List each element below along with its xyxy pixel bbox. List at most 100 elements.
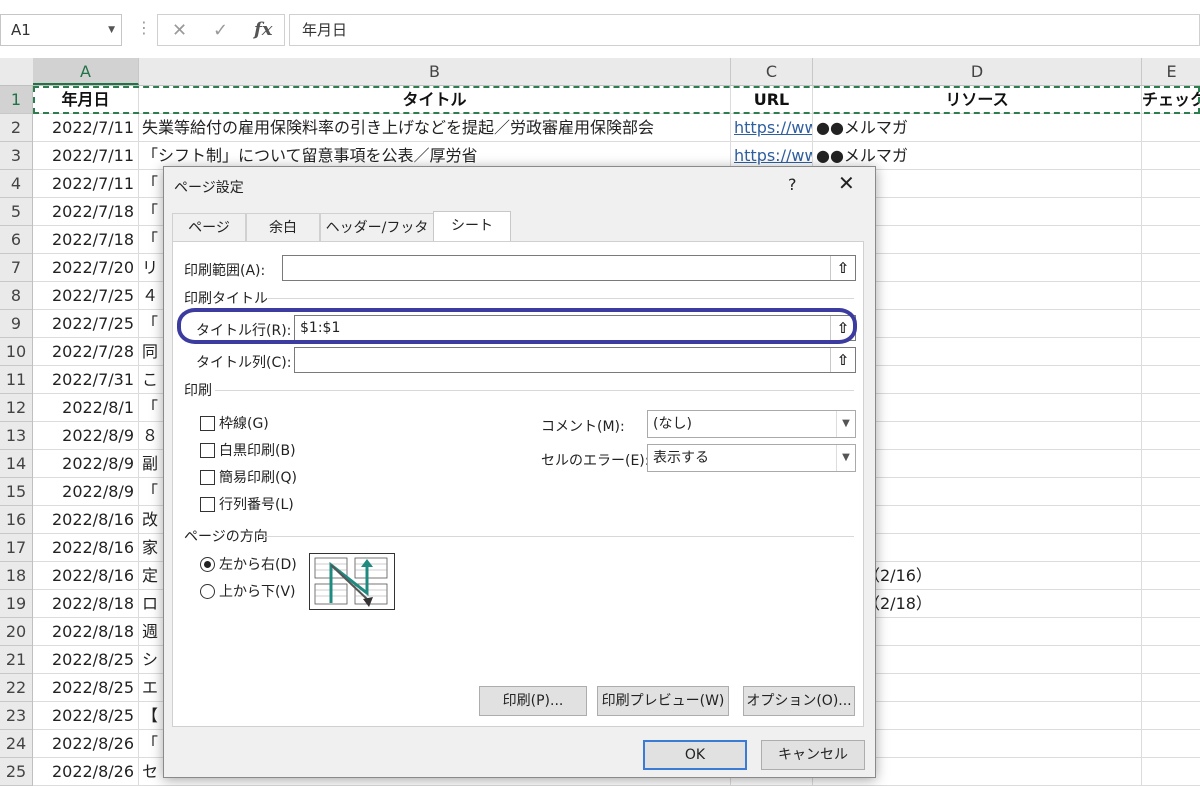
row-header[interactable]: 10 (0, 338, 32, 366)
cell-e[interactable] (1142, 562, 1200, 589)
cell-c[interactable]: https://www (731, 114, 813, 141)
column-header-c[interactable]: C (731, 58, 813, 85)
drag-handle-icon[interactable]: ⋮ (136, 18, 152, 38)
cell-e[interactable] (1142, 646, 1200, 673)
cell-e[interactable] (1142, 366, 1200, 393)
tab-margins[interactable]: 余白 (246, 213, 320, 241)
top-to-bottom-radio[interactable] (200, 584, 215, 599)
cell-a[interactable]: 2022/8/25 (33, 646, 139, 673)
row-header[interactable]: 9 (0, 310, 32, 338)
gridlines-checkbox[interactable] (200, 416, 215, 431)
cancel-button[interactable]: キャンセル (761, 740, 865, 770)
collapse-dialog-icon[interactable]: ⇧ (830, 316, 855, 340)
row-header[interactable]: 8 (0, 282, 32, 310)
cell-a[interactable]: 2022/8/18 (33, 590, 139, 617)
title-cols-input[interactable]: ⇧ (294, 347, 856, 373)
row-header[interactable]: 1 (0, 86, 32, 114)
tab-page[interactable]: ページ (172, 213, 246, 241)
cell-a[interactable]: 2022/8/18 (33, 618, 139, 645)
cell-e[interactable] (1142, 534, 1200, 561)
cell-e[interactable] (1142, 758, 1200, 785)
cell-e[interactable] (1142, 170, 1200, 197)
cell-e[interactable] (1142, 282, 1200, 309)
row-header[interactable]: 12 (0, 394, 32, 422)
ok-button[interactable]: OK (643, 740, 747, 770)
enter-icon[interactable]: ✓ (213, 20, 228, 41)
cell-c[interactable]: URL (731, 86, 813, 113)
column-header-d[interactable]: D (813, 58, 1142, 85)
cell-a[interactable]: 2022/8/9 (33, 422, 139, 449)
title-rows-input[interactable]: $1:$1 ⇧ (294, 315, 856, 341)
name-box[interactable]: A1 ▼ (0, 14, 122, 46)
row-header[interactable]: 5 (0, 198, 32, 226)
cell-a[interactable]: 2022/8/16 (33, 562, 139, 589)
cell-e[interactable] (1142, 674, 1200, 701)
row-header[interactable]: 3 (0, 142, 32, 170)
cell-a[interactable]: 2022/8/25 (33, 702, 139, 729)
comments-select[interactable]: (なし) ▼ (647, 410, 856, 438)
row-header[interactable]: 21 (0, 646, 32, 674)
row-header[interactable]: 20 (0, 618, 32, 646)
options-button[interactable]: オプション(O)... (743, 686, 855, 716)
cell-a[interactable]: 2022/8/26 (33, 730, 139, 757)
cell-e[interactable] (1142, 226, 1200, 253)
row-header[interactable]: 7 (0, 254, 32, 282)
formula-input[interactable]: 年月日 (289, 14, 1200, 46)
tab-sheet[interactable]: シート (433, 211, 511, 242)
row-header[interactable]: 17 (0, 534, 32, 562)
cell-e[interactable] (1142, 310, 1200, 337)
row-header[interactable]: 13 (0, 422, 32, 450)
cancel-icon[interactable]: ✕ (172, 20, 187, 41)
cell-d[interactable]: ●●メルマガ (813, 114, 1142, 141)
close-icon[interactable]: ✕ (838, 171, 855, 195)
cell-e[interactable] (1142, 618, 1200, 645)
cell-b[interactable]: 失業等給付の雇用保険料率の引き上げなどを提起／労政審雇用保険部会 (139, 114, 731, 141)
cell-b[interactable]: 「シフト制」について留意事項を公表／厚労省 (139, 142, 731, 169)
cell-a[interactable]: 2022/7/11 (33, 170, 139, 197)
row-header[interactable]: 24 (0, 730, 32, 758)
collapse-dialog-icon[interactable]: ⇧ (830, 256, 855, 280)
cell-a[interactable]: 年月日 (33, 86, 139, 113)
cell-e[interactable] (1142, 450, 1200, 477)
cell-c[interactable]: https://www (731, 142, 813, 169)
cell-e[interactable] (1142, 478, 1200, 505)
row-header[interactable]: 19 (0, 590, 32, 618)
row-header[interactable]: 2 (0, 114, 32, 142)
cell-d[interactable]: リソース (813, 86, 1142, 113)
cell-a[interactable]: 2022/7/18 (33, 198, 139, 225)
row-header[interactable]: 23 (0, 702, 32, 730)
cell-a[interactable]: 2022/8/16 (33, 534, 139, 561)
cell-e[interactable] (1142, 506, 1200, 533)
cell-e[interactable] (1142, 142, 1200, 169)
cell-e[interactable] (1142, 702, 1200, 729)
cell-e[interactable] (1142, 730, 1200, 757)
cell-e[interactable] (1142, 338, 1200, 365)
cell-errors-select[interactable]: 表示する ▼ (647, 444, 856, 472)
cell-a[interactable]: 2022/8/26 (33, 758, 139, 785)
column-header-a[interactable]: A (33, 58, 139, 85)
row-header[interactable]: 22 (0, 674, 32, 702)
collapse-dialog-icon[interactable]: ⇧ (830, 348, 855, 372)
cell-a[interactable]: 2022/8/9 (33, 450, 139, 477)
row-col-headings-checkbox[interactable] (200, 497, 215, 512)
cell-a[interactable]: 2022/7/31 (33, 366, 139, 393)
cell-a[interactable]: 2022/7/25 (33, 310, 139, 337)
cell-e[interactable] (1142, 590, 1200, 617)
black-white-checkbox[interactable] (200, 443, 215, 458)
row-header[interactable]: 6 (0, 226, 32, 254)
cell-a[interactable]: 2022/8/16 (33, 506, 139, 533)
cell-e[interactable] (1142, 114, 1200, 141)
cell-a[interactable]: 2022/7/25 (33, 282, 139, 309)
cell-e[interactable] (1142, 198, 1200, 225)
left-to-right-radio[interactable] (200, 557, 215, 572)
cell-a[interactable]: 2022/7/11 (33, 114, 139, 141)
cell-b[interactable]: タイトル (139, 86, 731, 113)
column-header-e[interactable]: E (1142, 58, 1200, 85)
chevron-down-icon[interactable]: ▼ (108, 15, 115, 45)
draft-quality-checkbox[interactable] (200, 470, 215, 485)
row-header[interactable]: 16 (0, 506, 32, 534)
column-header-b[interactable]: B (139, 58, 731, 85)
help-icon[interactable]: ? (788, 175, 797, 194)
row-header[interactable]: 11 (0, 366, 32, 394)
print-button[interactable]: 印刷(P)... (479, 686, 587, 716)
